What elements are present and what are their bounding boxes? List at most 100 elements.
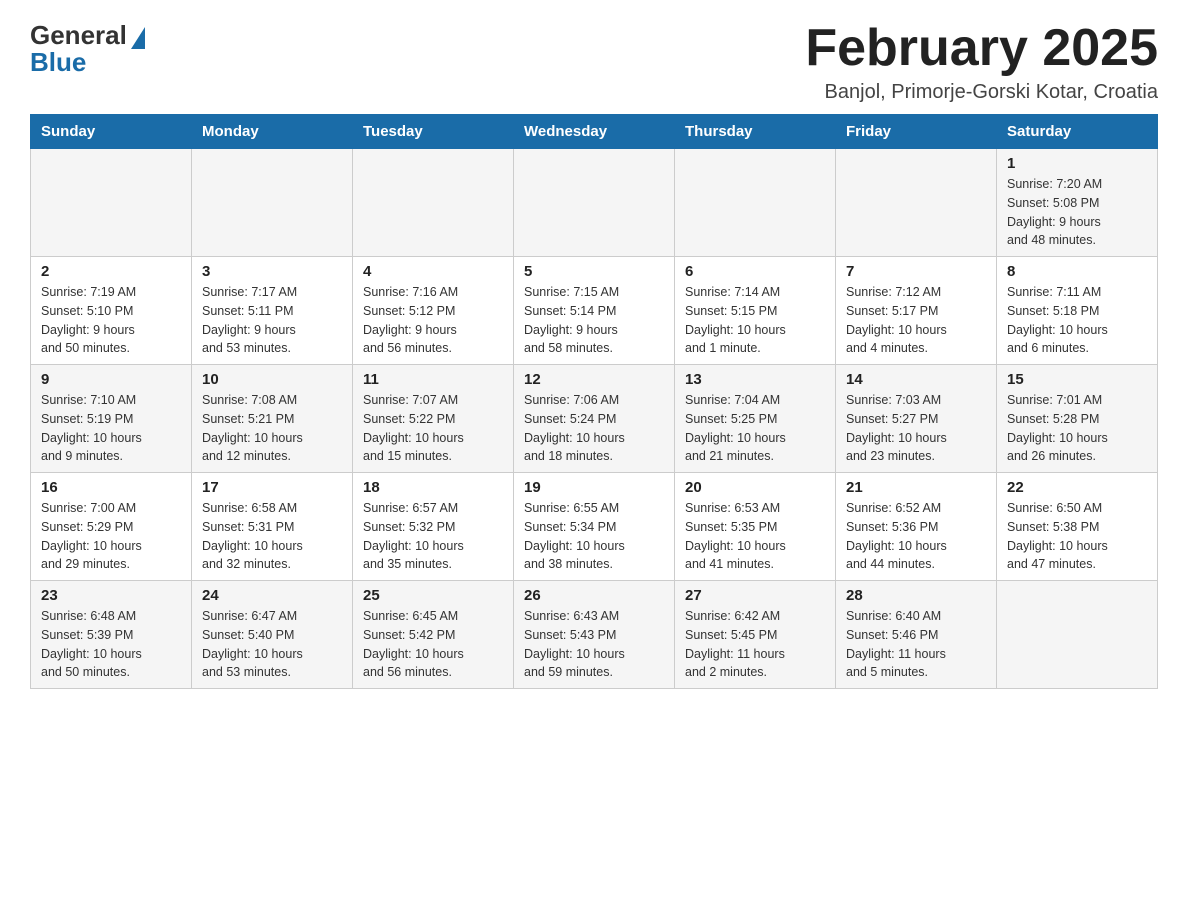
weekday-header-tuesday: Tuesday xyxy=(353,115,514,149)
calendar-cell: 17Sunrise: 6:58 AMSunset: 5:31 PMDayligh… xyxy=(192,473,353,581)
calendar-cell: 10 Sunrise: 7:08 AMSunset: 5:21 PMDayligh… xyxy=(192,365,353,473)
page-header: General Blue February 2025 Banjol, Primo… xyxy=(30,20,1158,104)
calendar-cell: 1 Sunrise: 7:20 AMSunset: 5:08 PMDaylight… xyxy=(997,149,1158,257)
logo: General Blue xyxy=(30,20,145,78)
calendar-cell: 5 Sunrise: 7:15 AMSunset: 5:14 PMDaylight… xyxy=(514,257,675,365)
day-number: 20 xyxy=(685,479,825,496)
month-title: February 2025 xyxy=(805,20,1158,77)
calendar-week-row: 23Sunrise: 6:48 AMSunset: 5:39 PMDayligh… xyxy=(31,581,1158,689)
day-number: 5 xyxy=(524,263,664,280)
day-info: Sunrise: 7:17 AMSunset: 5:11 PMDaylight:… xyxy=(202,283,342,358)
day-info: Sunrise: 6:52 AMSunset: 5:36 PMDaylight:… xyxy=(846,499,986,574)
calendar-cell: 28 Sunrise: 6:40 AMSunset: 5:46 PMDayligh… xyxy=(836,581,997,689)
day-number: 21 xyxy=(846,479,986,496)
day-number: 27 xyxy=(685,587,825,604)
calendar-header: SundayMondayTuesdayWednesdayThursdayFrid… xyxy=(31,115,1158,149)
calendar-cell: 15Sunrise: 7:01 AMSunset: 5:28 PMDayligh… xyxy=(997,365,1158,473)
calendar-cell: 25 Sunrise: 6:45 AMSunset: 5:42 PMDayligh… xyxy=(353,581,514,689)
location-text: Banjol, Primorje-Gorski Kotar, Croatia xyxy=(805,81,1158,104)
calendar-cell: 22 Sunrise: 6:50 AMSunset: 5:38 PMDayligh… xyxy=(997,473,1158,581)
day-info: Sunrise: 7:10 AMSunset: 5:19 PMDaylight:… xyxy=(41,391,181,466)
weekday-header-monday: Monday xyxy=(192,115,353,149)
logo-triangle-icon xyxy=(131,27,145,49)
calendar-cell: 14 Sunrise: 7:03 AMSunset: 5:27 PMDayligh… xyxy=(836,365,997,473)
calendar-cell: 16 Sunrise: 7:00 AMSunset: 5:29 PMDayligh… xyxy=(31,473,192,581)
day-info: Sunrise: 7:03 AMSunset: 5:27 PMDaylight:… xyxy=(846,391,986,466)
day-info: Sunrise: 7:04 AMSunset: 5:25 PMDaylight:… xyxy=(685,391,825,466)
weekday-header-wednesday: Wednesday xyxy=(514,115,675,149)
calendar-week-row: 16 Sunrise: 7:00 AMSunset: 5:29 PMDayligh… xyxy=(31,473,1158,581)
day-number: 6 xyxy=(685,263,825,280)
calendar-cell xyxy=(514,149,675,257)
day-number: 25 xyxy=(363,587,503,604)
day-number: 12 xyxy=(524,371,664,388)
calendar-cell xyxy=(997,581,1158,689)
calendar-cell xyxy=(31,149,192,257)
calendar-cell: 9 Sunrise: 7:10 AMSunset: 5:19 PMDaylight… xyxy=(31,365,192,473)
day-number: 16 xyxy=(41,479,181,496)
calendar-cell: 20 Sunrise: 6:53 AMSunset: 5:35 PMDayligh… xyxy=(675,473,836,581)
calendar-cell: 7 Sunrise: 7:12 AMSunset: 5:17 PMDaylight… xyxy=(836,257,997,365)
day-number: 9 xyxy=(41,371,181,388)
day-info: Sunrise: 7:07 AMSunset: 5:22 PMDaylight:… xyxy=(363,391,503,466)
day-number: 17 xyxy=(202,479,342,496)
day-number: 11 xyxy=(363,371,503,388)
weekday-header-sunday: Sunday xyxy=(31,115,192,149)
day-number: 3 xyxy=(202,263,342,280)
weekday-header-thursday: Thursday xyxy=(675,115,836,149)
calendar-cell: 12 Sunrise: 7:06 AMSunset: 5:24 PMDayligh… xyxy=(514,365,675,473)
day-info: Sunrise: 6:40 AMSunset: 5:46 PMDaylight:… xyxy=(846,607,986,682)
day-number: 18 xyxy=(363,479,503,496)
day-number: 14 xyxy=(846,371,986,388)
day-number: 22 xyxy=(1007,479,1147,496)
day-number: 8 xyxy=(1007,263,1147,280)
day-info: Sunrise: 6:48 AMSunset: 5:39 PMDaylight:… xyxy=(41,607,181,682)
day-info: Sunrise: 6:55 AMSunset: 5:34 PMDaylight:… xyxy=(524,499,664,574)
calendar-cell: 11 Sunrise: 7:07 AMSunset: 5:22 PMDayligh… xyxy=(353,365,514,473)
logo-blue-text: Blue xyxy=(30,47,86,78)
day-info: Sunrise: 7:12 AMSunset: 5:17 PMDaylight:… xyxy=(846,283,986,358)
day-number: 4 xyxy=(363,263,503,280)
day-number: 2 xyxy=(41,263,181,280)
day-info: Sunrise: 6:57 AMSunset: 5:32 PMDaylight:… xyxy=(363,499,503,574)
calendar-cell: 18 Sunrise: 6:57 AMSunset: 5:32 PMDayligh… xyxy=(353,473,514,581)
day-info: Sunrise: 6:50 AMSunset: 5:38 PMDaylight:… xyxy=(1007,499,1147,574)
calendar-table: SundayMondayTuesdayWednesdayThursdayFrid… xyxy=(30,114,1158,689)
calendar-cell: 4Sunrise: 7:16 AMSunset: 5:12 PMDaylight… xyxy=(353,257,514,365)
day-number: 28 xyxy=(846,587,986,604)
day-number: 7 xyxy=(846,263,986,280)
calendar-cell: 3 Sunrise: 7:17 AMSunset: 5:11 PMDaylight… xyxy=(192,257,353,365)
weekday-header-saturday: Saturday xyxy=(997,115,1158,149)
day-number: 1 xyxy=(1007,155,1147,172)
calendar-cell: 23Sunrise: 6:48 AMSunset: 5:39 PMDayligh… xyxy=(31,581,192,689)
calendar-cell: 27 Sunrise: 6:42 AMSunset: 5:45 PMDayligh… xyxy=(675,581,836,689)
day-info: Sunrise: 6:53 AMSunset: 5:35 PMDaylight:… xyxy=(685,499,825,574)
day-info: Sunrise: 6:47 AMSunset: 5:40 PMDaylight:… xyxy=(202,607,342,682)
calendar-cell: 8 Sunrise: 7:11 AMSunset: 5:18 PMDaylight… xyxy=(997,257,1158,365)
day-info: Sunrise: 7:20 AMSunset: 5:08 PMDaylight:… xyxy=(1007,175,1147,250)
day-info: Sunrise: 7:00 AMSunset: 5:29 PMDaylight:… xyxy=(41,499,181,574)
title-section: February 2025 Banjol, Primorje-Gorski Ko… xyxy=(805,20,1158,104)
weekday-header-row: SundayMondayTuesdayWednesdayThursdayFrid… xyxy=(31,115,1158,149)
day-info: Sunrise: 6:43 AMSunset: 5:43 PMDaylight:… xyxy=(524,607,664,682)
day-info: Sunrise: 6:42 AMSunset: 5:45 PMDaylight:… xyxy=(685,607,825,682)
day-info: Sunrise: 6:45 AMSunset: 5:42 PMDaylight:… xyxy=(363,607,503,682)
calendar-body: 1 Sunrise: 7:20 AMSunset: 5:08 PMDaylight… xyxy=(31,149,1158,689)
calendar-cell xyxy=(675,149,836,257)
day-info: Sunrise: 7:11 AMSunset: 5:18 PMDaylight:… xyxy=(1007,283,1147,358)
day-number: 24 xyxy=(202,587,342,604)
calendar-cell: 21 Sunrise: 6:52 AMSunset: 5:36 PMDayligh… xyxy=(836,473,997,581)
calendar-cell: 24 Sunrise: 6:47 AMSunset: 5:40 PMDayligh… xyxy=(192,581,353,689)
day-number: 26 xyxy=(524,587,664,604)
day-number: 19 xyxy=(524,479,664,496)
day-info: Sunrise: 7:15 AMSunset: 5:14 PMDaylight:… xyxy=(524,283,664,358)
day-info: Sunrise: 7:14 AMSunset: 5:15 PMDaylight:… xyxy=(685,283,825,358)
calendar-cell xyxy=(353,149,514,257)
day-info: Sunrise: 7:06 AMSunset: 5:24 PMDaylight:… xyxy=(524,391,664,466)
calendar-cell xyxy=(192,149,353,257)
day-number: 10 xyxy=(202,371,342,388)
weekday-header-friday: Friday xyxy=(836,115,997,149)
calendar-week-row: 1 Sunrise: 7:20 AMSunset: 5:08 PMDaylight… xyxy=(31,149,1158,257)
day-info: Sunrise: 7:08 AMSunset: 5:21 PMDaylight:… xyxy=(202,391,342,466)
calendar-week-row: 9 Sunrise: 7:10 AMSunset: 5:19 PMDaylight… xyxy=(31,365,1158,473)
